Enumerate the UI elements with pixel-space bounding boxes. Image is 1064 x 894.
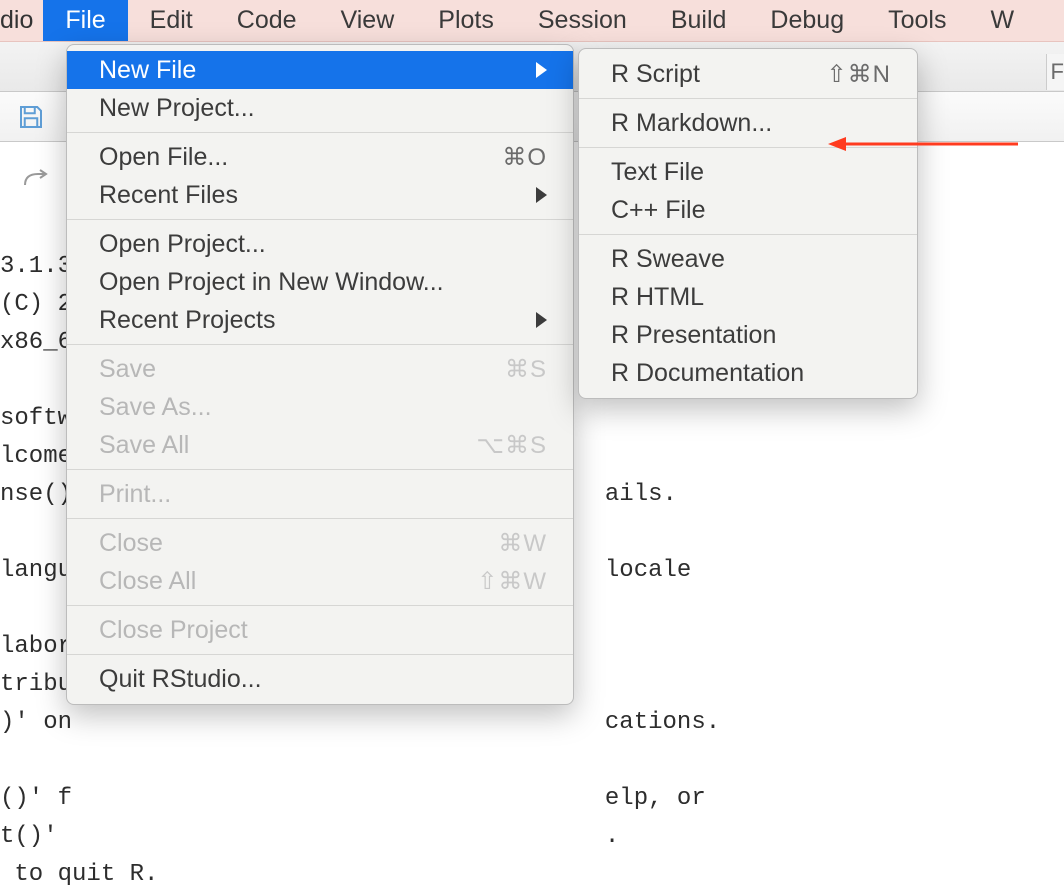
right-panel-fragment: F	[1046, 54, 1064, 90]
menu-separator	[579, 234, 917, 235]
menu-item-label: New File	[99, 56, 522, 85]
menu-item-label: Open File...	[99, 143, 482, 172]
menu-item-label: R Script	[611, 60, 807, 89]
console-line: to quit R.	[0, 856, 1064, 894]
menu-item-label: Quit RStudio...	[99, 665, 547, 694]
menubar: dio FileEditCodeViewPlotsSessionBuildDeb…	[0, 0, 1064, 42]
menu-item-label: New Project...	[99, 94, 547, 123]
newfile-item-c-file[interactable]: C++ File	[579, 191, 917, 229]
menubar-item-session[interactable]: Session	[516, 0, 649, 41]
file-menu-item-save: Save⌘S	[67, 350, 573, 388]
newfile-item-text-file[interactable]: Text File	[579, 153, 917, 191]
menu-item-label: Open Project...	[99, 230, 547, 259]
file-menu-item-save-as: Save As...	[67, 388, 573, 426]
menu-separator	[67, 605, 573, 606]
newfile-item-r-presentation[interactable]: R Presentation	[579, 316, 917, 354]
menubar-item-debug[interactable]: Debug	[748, 0, 866, 41]
menu-item-label: R Documentation	[611, 359, 891, 388]
file-menu-item-close-project: Close Project	[67, 611, 573, 649]
menu-item-label: Close Project	[99, 616, 547, 645]
menu-separator	[67, 469, 573, 470]
menu-item-label: Close	[99, 529, 478, 558]
file-menu-item-new-file[interactable]: New File	[67, 51, 573, 89]
menu-separator	[67, 132, 573, 133]
console-line	[0, 742, 1064, 780]
menu-item-label: Recent Files	[99, 181, 522, 210]
menubar-item-build[interactable]: Build	[649, 0, 749, 41]
console-line: ()' f elp, or	[0, 780, 1064, 818]
newfile-item-r-script[interactable]: R Script⇧⌘N	[579, 55, 917, 93]
file-menu-item-new-project[interactable]: New Project...	[67, 89, 573, 127]
console-line: t()' .	[0, 818, 1064, 856]
menu-item-shortcut: ⇧⌘W	[457, 567, 547, 596]
menu-item-shortcut: ⌥⌘S	[456, 431, 547, 460]
menu-item-shortcut: ⌘W	[478, 529, 547, 558]
file-menu-item-print: Print...	[67, 475, 573, 513]
menubar-item-plots[interactable]: Plots	[416, 0, 516, 41]
chevron-right-icon	[536, 312, 547, 328]
menu-separator	[67, 654, 573, 655]
file-menu-item-open-project-in-new-window[interactable]: Open Project in New Window...	[67, 263, 573, 301]
newfile-item-r-html[interactable]: R HTML	[579, 278, 917, 316]
menubar-item-file[interactable]: File	[43, 0, 127, 41]
file-menu-item-open-file[interactable]: Open File...⌘O	[67, 138, 573, 176]
console-line: )' on cations.	[0, 704, 1064, 742]
menu-item-label: Close All	[99, 567, 457, 596]
menu-item-label: Save As...	[99, 393, 547, 422]
menu-separator	[67, 219, 573, 220]
app-name-fragment: dio	[0, 6, 43, 35]
newfile-item-r-markdown[interactable]: R Markdown...	[579, 104, 917, 142]
menu-item-label: R Presentation	[611, 321, 891, 350]
menubar-item-edit[interactable]: Edit	[128, 0, 215, 41]
menu-separator	[579, 147, 917, 148]
menu-item-label: Save All	[99, 431, 456, 460]
chevron-right-icon	[536, 62, 547, 78]
menu-item-label: R Markdown...	[611, 109, 891, 138]
new-file-submenu: R Script⇧⌘N R Markdown... Text File C++ Fil…	[578, 48, 918, 399]
menu-item-label: Recent Projects	[99, 306, 522, 335]
menu-item-label: R Sweave	[611, 245, 891, 274]
chevron-right-icon	[536, 187, 547, 203]
file-menu-item-recent-files[interactable]: Recent Files	[67, 176, 573, 214]
menu-item-label: R HTML	[611, 283, 891, 312]
newfile-item-r-sweave[interactable]: R Sweave	[579, 240, 917, 278]
menu-separator	[67, 344, 573, 345]
menu-item-label: C++ File	[611, 196, 891, 225]
menu-item-label: Save	[99, 355, 485, 384]
forward-arrow-icon[interactable]	[22, 168, 52, 190]
menubar-item-tools[interactable]: Tools	[866, 0, 968, 41]
menu-item-shortcut: ⌘O	[482, 143, 547, 172]
menu-item-label: Open Project in New Window...	[99, 268, 547, 297]
file-menu-dropdown: New File New Project... Open File...⌘O Rece…	[66, 44, 574, 705]
file-menu-item-close-all: Close All⇧⌘W	[67, 562, 573, 600]
file-menu-item-save-all: Save All⌥⌘S	[67, 426, 573, 464]
file-menu-item-open-project[interactable]: Open Project...	[67, 225, 573, 263]
menu-separator	[579, 98, 917, 99]
menubar-item-w[interactable]: W	[968, 0, 1036, 41]
menu-separator	[67, 518, 573, 519]
file-menu-item-close: Close⌘W	[67, 524, 573, 562]
menu-item-shortcut: ⌘S	[485, 355, 547, 384]
menu-item-label: Text File	[611, 158, 891, 187]
file-menu-item-recent-projects[interactable]: Recent Projects	[67, 301, 573, 339]
save-icon[interactable]	[16, 102, 46, 132]
menu-item-shortcut: ⇧⌘N	[807, 60, 891, 89]
menubar-item-view[interactable]: View	[319, 0, 417, 41]
menubar-item-code[interactable]: Code	[215, 0, 319, 41]
menu-item-label: Print...	[99, 480, 547, 509]
newfile-item-r-documentation[interactable]: R Documentation	[579, 354, 917, 392]
file-menu-item-quit-rstudio[interactable]: Quit RStudio...	[67, 660, 573, 698]
